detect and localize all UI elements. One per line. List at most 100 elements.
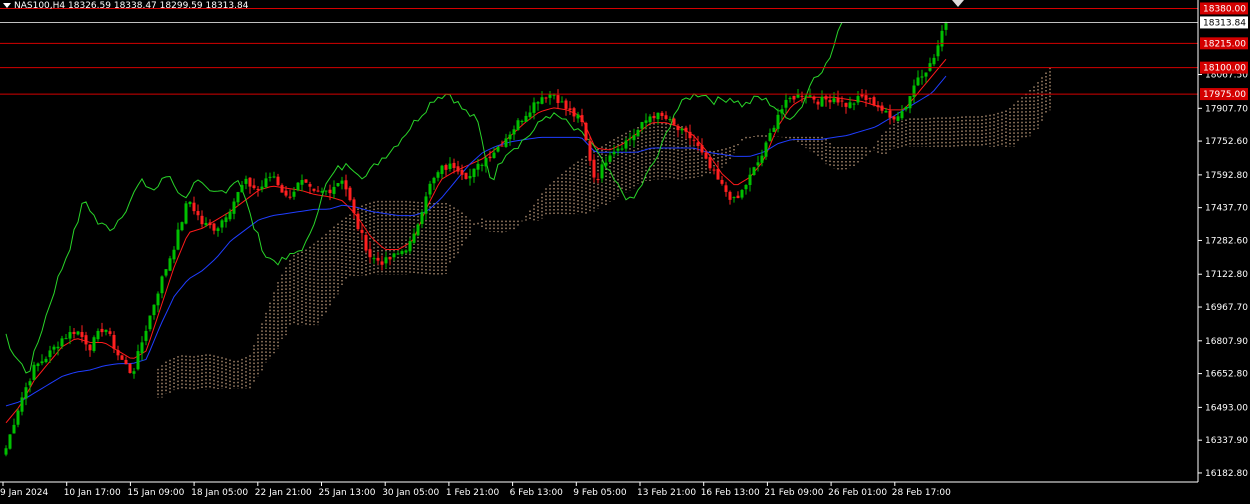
candle — [592, 154, 596, 183]
candle — [772, 125, 776, 133]
candle-body — [560, 101, 564, 103]
candle-body — [40, 361, 44, 364]
candle-body — [716, 168, 720, 180]
candle — [540, 91, 544, 105]
price-tick-label: 17592.80 — [1205, 171, 1248, 181]
candle — [136, 344, 140, 371]
candle — [436, 170, 440, 182]
candle-body — [132, 371, 136, 374]
candle-body — [908, 96, 912, 109]
candle — [188, 201, 192, 208]
candle — [868, 97, 872, 104]
candle-body — [72, 331, 76, 334]
candle-body — [616, 148, 620, 151]
candle — [820, 90, 824, 107]
candle-body — [492, 152, 496, 158]
candle-body — [336, 183, 340, 187]
tenkan-sen-line — [5, 58, 947, 424]
candle — [876, 101, 880, 112]
candle-body — [24, 387, 28, 399]
candle-body — [312, 188, 316, 191]
candle — [584, 121, 588, 142]
candle — [156, 291, 160, 313]
time-tick-label: 28 Feb 17:00 — [892, 488, 951, 498]
candle — [548, 90, 552, 105]
candle — [516, 118, 520, 131]
candle — [260, 180, 264, 193]
candle — [268, 172, 272, 182]
candle-body — [112, 335, 116, 349]
candle-body — [652, 115, 656, 119]
candle-body — [928, 63, 932, 71]
candle-body — [264, 178, 268, 188]
candle — [944, 21, 948, 36]
candle — [672, 117, 676, 125]
candle — [176, 222, 180, 251]
candle — [580, 108, 584, 127]
candle-body — [596, 179, 600, 181]
candle — [460, 164, 464, 181]
candle — [164, 269, 168, 278]
candle-body — [424, 196, 428, 214]
candle-body — [912, 85, 916, 98]
candle-body — [708, 157, 712, 169]
candle — [276, 173, 280, 186]
candle — [236, 191, 240, 206]
candle — [324, 190, 328, 196]
indicator-lines — [5, 22, 947, 424]
chart-shift-triangle-icon[interactable] — [952, 0, 964, 7]
candle-body — [500, 145, 504, 147]
candle — [152, 304, 156, 320]
candle-body — [88, 344, 92, 351]
candle-body — [844, 102, 848, 107]
candle-body — [696, 142, 700, 147]
candle-body — [376, 257, 380, 261]
candle-body — [484, 158, 488, 167]
candle — [728, 190, 732, 205]
candle-body — [244, 178, 248, 184]
candle — [76, 330, 80, 336]
candle-body — [508, 134, 512, 140]
candle-body — [572, 108, 576, 117]
time-tick-label: 26 Feb 01:00 — [828, 488, 887, 498]
candle — [44, 356, 48, 364]
candle — [20, 391, 24, 416]
chart-window[interactable]: 18067.50 17907.70 17752.60 17592.80 17437.70… — [0, 0, 1250, 500]
candle — [232, 198, 236, 220]
candle — [892, 115, 896, 123]
candle-body — [456, 166, 460, 172]
candle — [572, 106, 576, 123]
candle-body — [348, 187, 352, 201]
candle-body — [896, 116, 900, 121]
candle-body — [828, 100, 832, 103]
candle — [216, 226, 220, 237]
time-tick-label: 9 Feb 05:00 — [573, 488, 627, 498]
level-price-label: 18380.00 — [1203, 4, 1246, 14]
candle-body — [824, 96, 828, 100]
candle-body — [392, 253, 396, 258]
candle — [368, 241, 372, 263]
candle-body — [764, 142, 768, 157]
chikou-span-line — [5, 22, 843, 374]
candle-body — [340, 180, 344, 184]
price-chart[interactable]: 18067.5017907.7017752.6017592.8017437.70… — [0, 0, 1250, 500]
chart-menu-triangle-icon[interactable] — [3, 3, 11, 8]
candle-body — [240, 185, 244, 193]
candle-body — [384, 257, 388, 264]
candle — [64, 333, 68, 340]
candle-body — [848, 102, 852, 108]
candle-body — [344, 180, 348, 190]
candle — [128, 362, 132, 374]
candle-body — [220, 220, 224, 228]
candle-body — [256, 188, 260, 190]
candle — [836, 90, 840, 106]
candle-body — [540, 97, 544, 104]
current-price-label: 18313.84 — [1203, 18, 1246, 28]
candle — [408, 237, 412, 254]
candle-body — [864, 95, 868, 101]
candle-body — [836, 97, 840, 103]
candle-body — [512, 129, 516, 135]
candle — [928, 57, 932, 72]
candle — [664, 111, 668, 121]
candle-body — [408, 241, 412, 252]
